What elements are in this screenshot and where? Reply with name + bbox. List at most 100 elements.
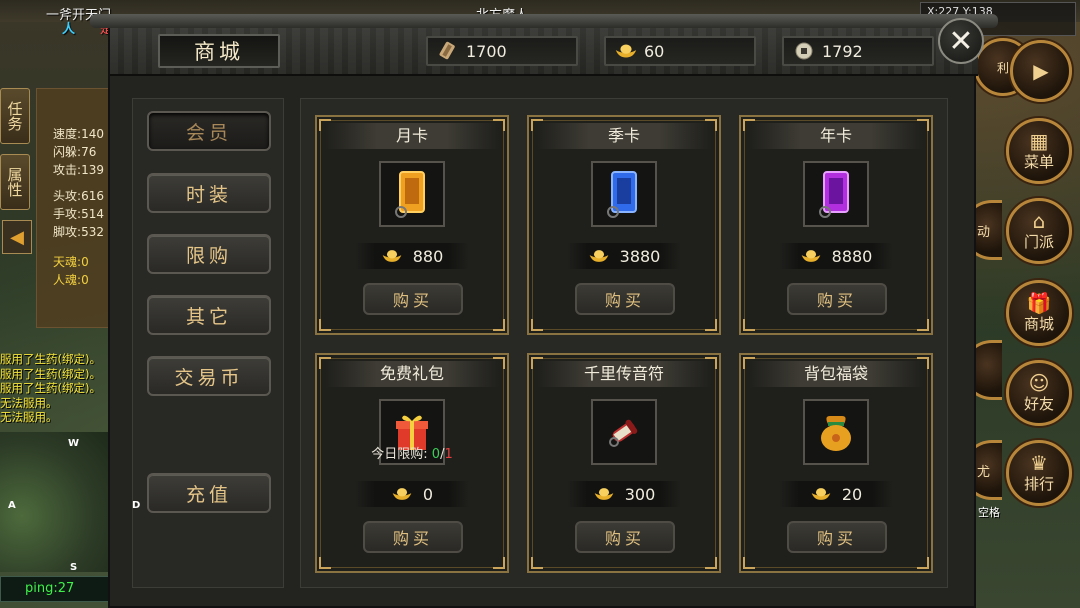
lucky-bag-icon[interactable] (803, 399, 869, 465)
chat-line: 服用了生药(绑定)。 (0, 381, 101, 396)
shop-item-card: 千里传音符 300 购买 (527, 353, 721, 573)
shop-window: 商城 1700 60 1792 ✕ 会员 时装 限购 其它 交易币 充值 月卡 … (90, 14, 998, 608)
gift-icon: 🎁 (1026, 290, 1052, 315)
scroll-amount: 1700 (466, 41, 507, 61)
price-tag: 20 (779, 481, 893, 507)
currency-gold: 60 (604, 36, 756, 66)
chat-line: 无法服用。 (0, 395, 58, 410)
stat-row: 闪躲:76 (53, 145, 97, 159)
ranking-label: 排行 (1023, 474, 1054, 493)
shop-label: 商城 (1023, 314, 1054, 333)
copper-amount: 1792 (822, 41, 863, 61)
close-button[interactable]: ✕ (938, 18, 984, 64)
scroll-icon (436, 41, 460, 61)
item-price: 20 (841, 484, 863, 504)
buy-button[interactable]: 购买 (575, 283, 675, 315)
stat-row: 手攻:514 (53, 207, 104, 221)
tab-attributes[interactable]: 属性 (0, 154, 30, 210)
main-menu-button[interactable]: ▦ 菜单 (1006, 118, 1072, 184)
chat-line: 服用了生药(绑定)。 (0, 352, 101, 366)
category-sidebar: 会员 时装 限购 其它 交易币 充值 (132, 98, 284, 588)
character-stats-panel: 速度:140 闪躲:76 攻击:139 头攻:616 手攻:514 脚攻:532… (36, 88, 116, 328)
player-name-fragment: 人 (62, 22, 76, 37)
gold-ingot-icon (811, 488, 831, 500)
price-tag: 8880 (779, 243, 893, 269)
buy-button[interactable]: 购买 (363, 283, 463, 315)
item-name: 季卡 (537, 123, 711, 149)
gold-ingot-icon (594, 488, 614, 500)
price-tag: 0 (355, 481, 469, 507)
left-tab-strip: 任务 属性 (0, 88, 34, 218)
shop-item-card: 免费礼包 今日限购: 0/1 0 购买 (315, 353, 509, 573)
crown-icon: ♛ (1030, 450, 1048, 475)
item-name: 月卡 (325, 123, 499, 149)
system-chat-log: 服用了生药(绑定)。 服用了生药(绑定)。 服用了生药(绑定)。 无法服用。 无… (0, 352, 110, 432)
copper-coin-icon (792, 41, 816, 61)
category-other[interactable]: 其它 (147, 295, 271, 335)
buy-button[interactable]: 购买 (787, 283, 887, 315)
expand-menu-button[interactable]: ▶ (1010, 40, 1072, 102)
space-key-label: 空格 (978, 506, 1000, 519)
month-card-icon[interactable] (379, 161, 445, 227)
welfare-label: 利 (996, 60, 1009, 75)
buy-button[interactable]: 购买 (575, 521, 675, 553)
sect-label: 门派 (1023, 232, 1054, 251)
friends-button[interactable]: ☺ 好友 (1006, 360, 1072, 426)
goods-grid: 月卡 880 购买 季卡 3880 购买 年卡 8880 购买 免费礼包 今日限… (300, 98, 948, 588)
limit-label: 今日限购: (371, 447, 428, 462)
gold-ingot-icon (589, 250, 608, 262)
item-price: 0 (422, 484, 434, 504)
item-name: 背包福袋 (749, 361, 923, 387)
currency-copper: 1792 (782, 36, 934, 66)
item-name: 年卡 (749, 123, 923, 149)
category-recharge[interactable]: 充值 (147, 473, 271, 513)
person-icon: ☺ (1028, 370, 1050, 395)
category-limited[interactable]: 限购 (147, 234, 271, 274)
tab-quests[interactable]: 任务 (0, 88, 30, 144)
stat-row: 头攻:616 (53, 189, 104, 203)
shop-item-card: 季卡 3880 购买 (527, 115, 721, 335)
category-trade-coin[interactable]: 交易币 (147, 356, 271, 396)
limit-used: 0 (431, 447, 441, 462)
shop-item-card: 月卡 880 购买 (315, 115, 509, 335)
item-price: 880 (412, 246, 444, 266)
chat-line: 服用了生药(绑定)。 (0, 366, 101, 381)
price-tag: 300 (567, 481, 681, 507)
daily-limit: 今日限购: 0/1 (317, 443, 507, 462)
buy-button[interactable]: 购买 (787, 521, 887, 553)
compass-w: W (68, 438, 80, 449)
roof-ridge-decoration (90, 14, 998, 28)
gold-ingot-icon (801, 250, 820, 262)
compass-s: S (70, 562, 78, 573)
soul-row: 人魂:0 (53, 273, 89, 287)
price-tag: 3880 (567, 243, 681, 269)
sect-button[interactable]: ⌂ 门派 (1006, 198, 1072, 264)
stat-row: 速度:140 (53, 127, 104, 141)
soul-row: 天魂:0 (53, 255, 89, 269)
gold-amount: 60 (644, 41, 665, 61)
year-card-icon[interactable] (803, 161, 869, 227)
shop-button[interactable]: 🎁 商城 (1006, 280, 1072, 346)
item-name: 千里传音符 (537, 361, 711, 387)
ranking-button[interactable]: ♛ 排行 (1006, 440, 1072, 506)
compass-d: D (132, 500, 141, 511)
shop-header: 商城 1700 60 1792 (90, 14, 998, 76)
gold-ingot-icon (382, 250, 402, 262)
gold-ingot-icon (392, 488, 412, 500)
collapse-arrow-icon[interactable]: ◀ (2, 220, 32, 254)
shop-title: 商城 (158, 34, 280, 68)
shop-item-card: 年卡 8880 购买 (739, 115, 933, 335)
shop-item-card: 背包福袋 20 购买 (739, 353, 933, 573)
price-tag: 880 (355, 243, 469, 269)
gold-ingot-icon (614, 41, 638, 61)
item-price: 300 (624, 484, 656, 504)
currency-scroll: 1700 (426, 36, 578, 66)
ping-indicator: ping:27 (0, 576, 110, 602)
grid-menu-icon: ▦ (1029, 128, 1049, 153)
season-card-icon[interactable] (591, 161, 657, 227)
category-fashion[interactable]: 时装 (147, 173, 271, 213)
buy-button[interactable]: 购买 (363, 521, 463, 553)
category-vip[interactable]: 会员 (147, 111, 271, 151)
minimap[interactable] (0, 432, 110, 572)
talisman-scroll-icon[interactable] (591, 399, 657, 465)
